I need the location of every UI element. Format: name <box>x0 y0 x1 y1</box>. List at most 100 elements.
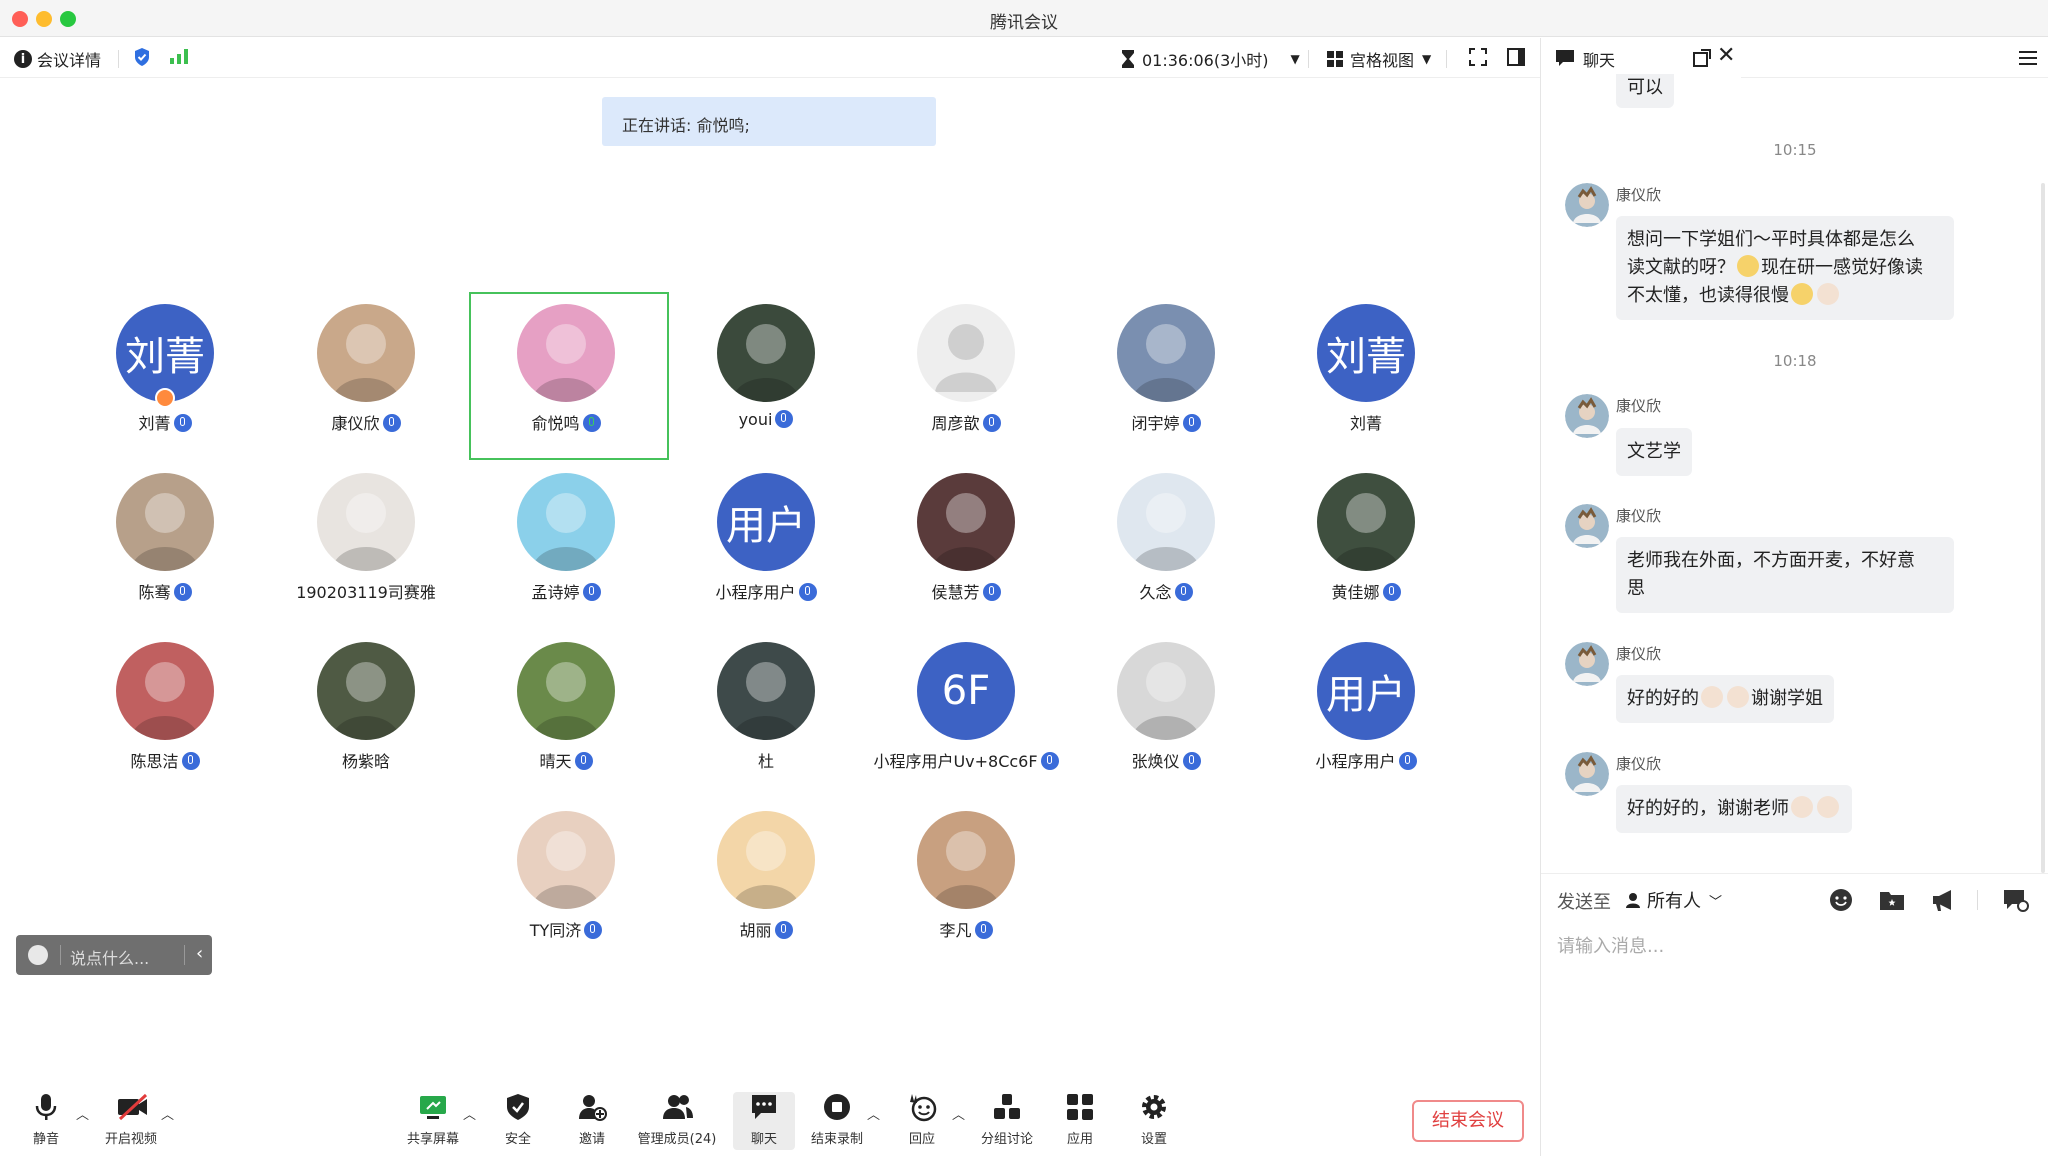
mic-status-icon <box>1174 583 1193 601</box>
mic-status-icon <box>173 583 192 601</box>
participant-avatar[interactable] <box>116 473 214 571</box>
quick-chat-placeholder[interactable]: 说点什么... <box>70 945 149 969</box>
settings-button[interactable]: 设置 <box>1114 1092 1194 1147</box>
emoji-icon <box>1791 796 1813 818</box>
smile-icon <box>28 945 48 965</box>
sender-avatar[interactable] <box>1565 183 1609 227</box>
breakout-label: 分组讨论 <box>980 1132 1033 1147</box>
person-icon <box>1626 893 1640 908</box>
chat-tab[interactable]: 聊天 <box>1541 38 1741 78</box>
chat-bubble: 老师我在外面，不方面开麦，不好意 思 <box>1616 537 1954 613</box>
chat-scrollbar[interactable] <box>2041 183 2045 873</box>
participant-avatar[interactable]: 用户 <box>1317 642 1415 740</box>
pop-out-icon[interactable] <box>1693 49 1711 67</box>
chat-icon <box>1556 50 1574 66</box>
mic-status-icon <box>775 410 794 428</box>
participant-name: 刘菁 <box>1349 414 1382 433</box>
chat-button[interactable]: 聊天 <box>724 1092 804 1147</box>
sidebar-toggle-icon[interactable] <box>1506 47 1526 67</box>
settings-label: 设置 <box>1140 1132 1167 1147</box>
participant-avatar[interactable]: 刘菁 <box>1317 304 1415 402</box>
participant-name: 胡丽 <box>666 917 866 941</box>
end-meeting-button[interactable]: 结束会议 <box>1412 1100 1524 1142</box>
mic-status-icon <box>382 414 401 432</box>
emoji-icon <box>1791 283 1813 305</box>
chat-bubble: 可以 <box>1616 74 1674 108</box>
chat-settings-icon[interactable] <box>2003 888 2029 912</box>
chevron-down-icon: ﹀ <box>1709 894 1723 910</box>
signal-strength-icon[interactable] <box>169 47 189 65</box>
message-input[interactable]: 请输入消息... <box>1557 932 1664 958</box>
participant-avatar[interactable] <box>917 473 1015 571</box>
participant-name: 李凡 <box>866 917 1066 941</box>
record-options-caret[interactable]: ︿ <box>867 1104 880 1123</box>
timer-text: 01:36:06(3小时) <box>1142 51 1269 70</box>
participant-avatar[interactable] <box>517 642 615 740</box>
participant-avatar[interactable] <box>317 473 415 571</box>
mic-status-icon <box>1382 583 1401 601</box>
participant-avatar[interactable] <box>717 304 815 402</box>
mic-status-icon <box>974 921 993 939</box>
mic-status-icon <box>574 752 593 770</box>
participant-avatar[interactable] <box>517 473 615 571</box>
view-mode-button[interactable]: 宫格视图 ▼ <box>1326 47 1431 71</box>
participant-avatar[interactable] <box>317 642 415 740</box>
fullscreen-icon[interactable] <box>1468 47 1488 67</box>
sender-avatar[interactable] <box>1565 642 1609 686</box>
menu-icon[interactable] <box>2019 50 2037 66</box>
folder-icon[interactable] <box>1879 888 1905 912</box>
apps-button[interactable]: 应用 <box>1040 1092 1120 1147</box>
timer-dropdown-icon: ▼ <box>1290 52 1300 66</box>
participant-name: 杜 <box>757 752 774 771</box>
participant-avatar[interactable] <box>917 304 1015 402</box>
chat-bubble: 想问一下学姐们～平时具体都是怎么 读文献的呀？ 现在研一感觉好像读 不太懂，也读得… <box>1616 216 1954 320</box>
participant-avatar[interactable] <box>317 304 415 402</box>
stop-recording-label: 结束录制 <box>810 1132 863 1147</box>
participant-avatar[interactable] <box>1117 642 1215 740</box>
participant-avatar[interactable] <box>717 811 815 909</box>
participant-avatar[interactable] <box>917 811 1015 909</box>
megaphone-icon[interactable] <box>1931 888 1957 912</box>
participant-avatar[interactable] <box>1117 304 1215 402</box>
participant-avatar[interactable] <box>116 642 214 740</box>
collapse-chevron-icon[interactable]: ‹ <box>196 943 203 964</box>
sender-avatar[interactable] <box>1565 394 1609 438</box>
sender-avatar[interactable] <box>1565 504 1609 548</box>
participant-name: 闭宇婷 <box>1066 410 1266 434</box>
react-options-caret[interactable]: ︿ <box>952 1104 965 1123</box>
mic-status-icon <box>584 921 603 939</box>
participant-avatar[interactable] <box>717 642 815 740</box>
participant-avatar[interactable] <box>1117 473 1215 571</box>
participant-name: 小程序用户 <box>666 579 866 603</box>
emoji-picker-icon[interactable] <box>1829 888 1853 912</box>
active-speaker-highlight <box>469 292 669 460</box>
emoji-icon <box>1817 283 1839 305</box>
sender-avatar[interactable] <box>1565 752 1609 796</box>
meeting-timer[interactable]: 01:36:06(3小时) ▼ <box>1120 47 1300 71</box>
quick-chat-box[interactable]: 说点什么... ‹ <box>16 935 212 975</box>
participant-name: 陈思洁 <box>65 748 265 772</box>
participant-avatar[interactable] <box>517 811 615 909</box>
participant-name: 小程序用户Uv+8Cc6F <box>866 748 1066 772</box>
participant-avatar[interactable]: 6F <box>917 642 1015 740</box>
title-bar: 腾讯会议 <box>0 0 2048 37</box>
mic-status-icon <box>1182 414 1201 432</box>
close-icon[interactable]: ✕ <box>1717 43 1735 68</box>
participant-avatar[interactable] <box>1317 473 1415 571</box>
participant-name: 孟诗婷 <box>466 579 666 603</box>
breakout-rooms-button[interactable]: 分组讨论 <box>967 1092 1047 1147</box>
meeting-details-button[interactable]: i 会议详情 <box>14 47 101 71</box>
react-button[interactable]: 回应 <box>882 1092 962 1147</box>
shield-check-icon[interactable] <box>133 47 151 67</box>
participant-name: 周彦歆 <box>866 410 1066 434</box>
send-to-selector[interactable]: 所有人 ﹀ <box>1625 887 1722 913</box>
sender-name: 康仪欣 <box>1616 755 1662 773</box>
speaking-banner: 正在讲话: 俞悦鸣; <box>602 97 936 146</box>
chat-panel: 聊天 ✕ 可以 10:15 康仪欣 想问一下学姐们～平时具体都是怎么 读文献的呀… <box>1540 38 2048 1156</box>
participant-name: 久念 <box>1066 579 1266 603</box>
stop-recording-button[interactable]: 结束录制 <box>797 1092 877 1147</box>
apps-icon <box>1065 1092 1095 1122</box>
participant-avatar[interactable]: 用户 <box>717 473 815 571</box>
apps-label: 应用 <box>1066 1132 1093 1147</box>
emoji-icon <box>1727 686 1749 708</box>
